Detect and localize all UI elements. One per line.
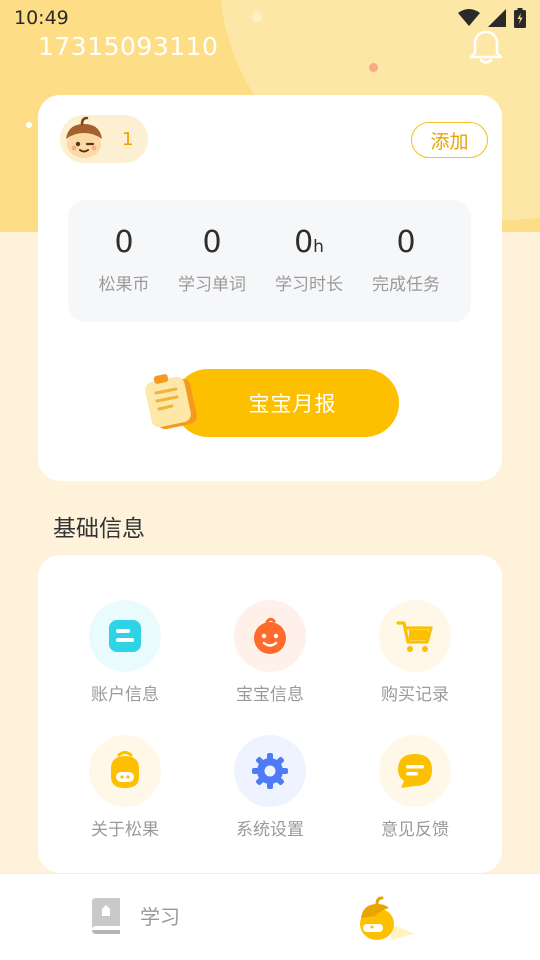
wifi-icon [458,9,480,26]
user-phone-number: 17315093110 [38,32,219,61]
stats-panel: 0 松果币 0 学习单词 0h 学习时长 0 完成任务 [68,200,471,322]
account-icon [109,620,141,652]
grid-item-purchases[interactable]: 购买记录 [345,600,485,705]
stat-value: 0 [294,225,314,260]
grid-label: 关于松果 [91,820,159,840]
stat-study-duration: 0h 学习时长 [259,224,359,295]
book-icon [92,898,120,934]
stat-label: 学习时长 [275,275,343,295]
section-title: 基础信息 [53,516,145,542]
gear-icon [252,753,288,789]
signal-icon [488,9,506,27]
monthly-report-label: 宝宝月报 [248,392,337,416]
grid-item-settings[interactable]: 系统设置 [200,735,340,840]
stat-label: 松果币 [98,275,150,295]
stat-value: 0 [114,225,134,260]
acorn-avatar-icon [66,116,102,158]
stat-value: 0 [396,225,416,260]
feedback-icon [398,754,432,788]
add-button[interactable]: 添加 [411,122,488,158]
pinecone-icon [111,751,139,788]
cart-icon [396,621,433,652]
status-time: 10:49 [14,7,69,29]
grid-label: 系统设置 [236,820,304,840]
profile-card: 1 添加 0 松果币 0 学习单词 0h 学习时长 0 完成任务 宝宝月报 [38,95,502,481]
grid-item-baby[interactable]: 宝宝信息 [200,600,340,705]
grid-item-feedback[interactable]: 意见反馈 [345,735,485,840]
stat-tasks-completed: 0 完成任务 [356,224,456,295]
acorn-mascot-icon[interactable] [355,896,415,942]
stat-label: 完成任务 [372,275,440,295]
stat-unit: h [313,237,324,257]
tab-study[interactable]: 学习 [88,896,180,934]
battery-icon [514,8,526,28]
grid-label: 意见反馈 [381,820,449,840]
stat-value: 0 [202,225,222,260]
stat-words-learned: 0 学习单词 [162,224,262,295]
kid-count: 1 [122,128,134,150]
stat-label: 学习单词 [178,275,246,295]
grid-item-account[interactable]: 账户信息 [55,600,195,705]
bell-icon[interactable] [468,28,504,66]
grid-label: 购买记录 [381,685,449,705]
status-bar: 10:49 [0,0,540,36]
tab-study-label: 学习 [140,904,180,929]
monthly-report-button[interactable]: 宝宝月报 [174,369,399,437]
grid-item-about[interactable]: 关于松果 [55,735,195,840]
stat-pine-coins: 0 松果币 [74,224,174,295]
bottom-tab-bar: 学习 [0,873,540,960]
clipboard-icon [145,374,197,430]
basic-info-card: 账户信息 宝宝信息 购买记录 关于松果 系统设置 意见反馈 [38,555,502,873]
kid-selector[interactable]: 1 [60,115,148,163]
grid-label: 宝宝信息 [236,685,304,705]
baby-icon [254,617,286,654]
grid-label: 账户信息 [91,685,159,705]
